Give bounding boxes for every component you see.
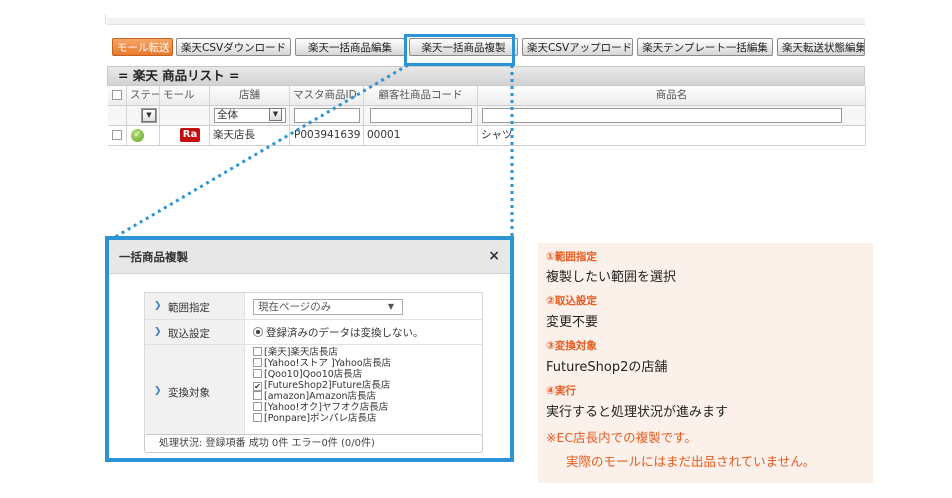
target-option[interactable]: [Ponpare]ポンパレ店長店 <box>253 413 377 424</box>
step4-heading: ④実行 <box>546 385 576 397</box>
target-option-label: [Yahoo!オク]ヤフオク店長店 <box>264 402 389 413</box>
target-option-label: [Ponpare]ポンパレ店長店 <box>264 413 377 424</box>
import-radio-label: 登録済みのデータは変換しない。 <box>266 327 424 339</box>
target-checkbox[interactable] <box>253 402 262 411</box>
target-checkbox[interactable] <box>253 413 262 422</box>
target-checkbox[interactable] <box>253 358 262 367</box>
target-option-label: [Qoo10]Qoo10店長店 <box>264 369 363 380</box>
range-label: 範囲指定 <box>168 302 210 314</box>
dropdown-arrow-icon: ▼ <box>387 302 394 311</box>
chevron-right-icon: ❯ <box>154 327 162 337</box>
target-label-cell: ❯ 変換対象 <box>145 345 245 441</box>
bulk-copy-dialog: 一括商品複製 × ❯ 範囲指定 現在ページのみ ▼ ❯ 取込設定 登録済みのデー… <box>105 236 514 462</box>
import-label-cell: ❯ 取込設定 <box>145 320 245 344</box>
range-select[interactable]: 現在ページのみ ▼ <box>253 299 403 315</box>
target-option[interactable]: [Yahoo!ストア ]Yahoo店長店 <box>253 358 391 369</box>
target-option[interactable]: [amazon]Amazon店長店 <box>253 391 376 402</box>
target-checkbox[interactable] <box>253 369 262 378</box>
target-label: 変換対象 <box>168 387 210 399</box>
step3-heading: ③変換対象 <box>546 340 597 352</box>
dialog-titlebar: 一括商品複製 × <box>109 240 510 274</box>
target-option[interactable]: [楽天]楽天店長店 <box>253 347 338 358</box>
import-label: 取込設定 <box>168 328 210 340</box>
dialog-title: 一括商品複製 <box>119 250 188 264</box>
processing-status: 処理状況: 登録項番 成功 0件 エラー0件 (0/0件) <box>144 434 483 453</box>
step4-text: 実行すると処理状況が進みます <box>546 405 729 420</box>
target-option[interactable]: [Yahoo!オク]ヤフオク店長店 <box>253 402 388 413</box>
instruction-panel: ①範囲指定 複製したい範囲を選択 ②取込設定 変更不要 ③変換対象 Future… <box>538 243 873 483</box>
close-icon[interactable]: × <box>488 248 500 264</box>
note-warning-2: 実際のモールにはまだ出品されていません。 <box>566 454 816 469</box>
range-row: ❯ 範囲指定 現在ページのみ ▼ <box>145 293 482 320</box>
connector-left <box>109 63 409 242</box>
target-checkbox-checked[interactable]: ✔ <box>253 382 262 391</box>
note-warning-1: ※EC店長内での複製です。 <box>546 430 697 445</box>
target-option-label: [FutureShop2]Future店長店 <box>264 380 391 391</box>
target-checkbox[interactable] <box>253 347 262 356</box>
target-row: ❯ 変換対象 [楽天]楽天店長店 [Yahoo!ストア ]Yahoo店長店 [Q… <box>145 345 482 441</box>
step1-text: 複製したい範囲を選択 <box>546 270 677 285</box>
chevron-right-icon: ❯ <box>154 301 162 311</box>
step3-text: FutureShop2の店舗 <box>546 360 668 375</box>
target-checkbox[interactable] <box>253 391 262 400</box>
step2-text: 変更不要 <box>546 315 599 330</box>
chevron-right-icon: ❯ <box>154 386 162 396</box>
target-option[interactable]: ✔ [FutureShop2]Future店長店 <box>253 380 390 391</box>
target-option-label: [amazon]Amazon店長店 <box>264 391 377 402</box>
range-select-value: 現在ページのみ <box>258 301 332 313</box>
target-option[interactable]: [Qoo10]Qoo10店長店 <box>253 369 362 380</box>
step2-heading: ②取込設定 <box>546 295 597 307</box>
import-row: ❯ 取込設定 登録済みのデータは変換しない。 <box>145 320 482 345</box>
target-option-label: [楽天]楽天店長店 <box>264 347 338 358</box>
range-label-cell: ❯ 範囲指定 <box>145 293 245 319</box>
step1-heading: ①範囲指定 <box>546 251 597 263</box>
target-option-label: [Yahoo!ストア ]Yahoo店長店 <box>264 358 392 369</box>
dialog-form: ❯ 範囲指定 現在ページのみ ▼ ❯ 取込設定 登録済みのデータは変換しない。 … <box>144 292 483 442</box>
import-radio[interactable] <box>253 327 263 337</box>
